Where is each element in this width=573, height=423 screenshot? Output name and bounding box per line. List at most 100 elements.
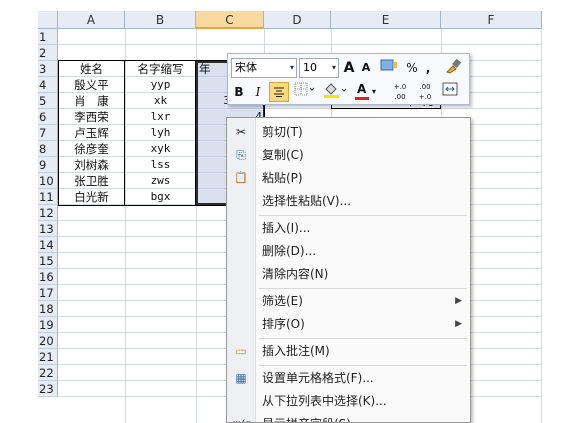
cell-a9[interactable]: 刘树森 (58, 157, 125, 173)
menu-item-label: 显示拼音字段(S) (262, 413, 351, 422)
font-color-button[interactable]: A ▾ (353, 82, 381, 102)
menu-item-format-cells[interactable]: ▦ 设置单元格格式(F)... (227, 367, 470, 389)
grow-font-button[interactable]: A (341, 58, 357, 78)
cell-b4[interactable]: yyp (125, 77, 196, 93)
column-header-e[interactable]: E (331, 11, 441, 29)
row-header-22[interactable]: 22 (38, 365, 58, 381)
cell-b5[interactable]: xk (125, 93, 196, 109)
fill-color-button[interactable] (321, 82, 351, 102)
row-header-18[interactable]: 18 (38, 301, 58, 317)
row-header-13[interactable]: 13 (38, 221, 58, 237)
outer-margin-right (542, 0, 573, 423)
row-header-2[interactable]: 2 (38, 45, 58, 61)
row-header-19[interactable]: 19 (38, 317, 58, 333)
cell-b6[interactable]: lxr (125, 109, 196, 125)
submenu-arrow-icon: ▶ (455, 296, 462, 306)
cell-b10[interactable]: zws (125, 173, 196, 189)
cell-b3[interactable]: 名字缩写 (125, 61, 196, 77)
menu-item-paste[interactable]: 📋 粘贴(P) (227, 167, 470, 189)
merge-center-button[interactable] (440, 82, 460, 102)
menu-item-delete[interactable]: 删除(D)... (227, 240, 470, 262)
bold-label: B (234, 85, 244, 99)
menu-item-label: 插入批注(M) (262, 344, 330, 358)
row-header-1[interactable]: 1 (38, 29, 58, 45)
row-header-12[interactable]: 12 (38, 205, 58, 221)
format-painter-icon[interactable] (377, 58, 403, 78)
cell-a10[interactable]: 张卫胜 (58, 173, 125, 189)
menu-item-show-phonetic[interactable]: wén 显示拼音字段(S) (227, 413, 470, 422)
row-header-5[interactable]: 5 (38, 93, 58, 109)
menu-item-insert-comment[interactable]: ▭ 插入批注(M) (227, 340, 470, 362)
row-header-11[interactable]: 11 (38, 189, 58, 205)
chevron-down-icon[interactable]: ▾ (290, 59, 294, 77)
column-header-d[interactable]: D (264, 11, 331, 29)
scissors-icon: ✂ (235, 125, 247, 139)
row-header-16[interactable]: 16 (38, 269, 58, 285)
menu-item-insert[interactable]: 插入(I)... (227, 217, 470, 239)
align-center-icon (274, 87, 284, 97)
menu-item-pick-from-list[interactable]: 从下拉列表中选择(K)... (227, 390, 470, 412)
column-header-c[interactable]: C (196, 11, 264, 29)
cell-b8[interactable]: xyk (125, 141, 196, 157)
cell-a6[interactable]: 李西荣 (58, 109, 125, 125)
select-all-corner[interactable] (38, 11, 58, 29)
cell-a4[interactable]: 殷义平 (58, 77, 125, 93)
font-name-select[interactable]: 宋体 ▾ (231, 58, 297, 78)
percent-label: % (406, 61, 418, 75)
borders-button[interactable] (292, 82, 318, 102)
column-header-f[interactable]: F (441, 11, 542, 29)
menu-item-label: 选择性粘贴(V)... (262, 194, 352, 208)
menu-item-label: 设置单元格格式(F)... (262, 371, 374, 385)
menu-item-sort[interactable]: 排序(O) ▶ (227, 313, 470, 335)
font-size-select[interactable]: 10 ▾ (299, 58, 339, 78)
grow-font-label: A (343, 60, 355, 76)
percent-button[interactable]: % (404, 58, 420, 78)
row-header-7[interactable]: 7 (38, 125, 58, 141)
column-header-b[interactable]: B (125, 11, 196, 29)
cell-a5[interactable]: 肖 康 (58, 93, 125, 109)
cell-a8[interactable]: 徐彦奎 (58, 141, 125, 157)
menu-separator (259, 288, 467, 289)
cell-a3[interactable]: 姓名 (58, 61, 125, 77)
comma-button[interactable]: , (421, 58, 435, 78)
menu-item-clear-contents[interactable]: 清除内容(N) (227, 263, 470, 285)
menu-item-label: 清除内容(N) (262, 267, 329, 281)
menu-separator (259, 338, 467, 339)
column-header-a[interactable]: A (58, 11, 125, 29)
italic-label: I (255, 85, 261, 99)
shrink-font-button[interactable]: A (358, 58, 374, 78)
comment-icon: ▭ (235, 344, 247, 358)
row-header-3[interactable]: 3 (38, 61, 58, 77)
cell-b9[interactable]: lss (125, 157, 196, 173)
cell-a7[interactable]: 卢玉辉 (58, 125, 125, 141)
row-header-9[interactable]: 9 (38, 157, 58, 173)
font-color-label: A (357, 82, 367, 96)
row-header-4[interactable]: 4 (38, 77, 58, 93)
clipboard-icon: 📋 (234, 171, 248, 184)
row-header-14[interactable]: 14 (38, 237, 58, 253)
row-header-21[interactable]: 21 (38, 349, 58, 365)
menu-item-filter[interactable]: 筛选(E) ▶ (227, 290, 470, 312)
menu-item-cut[interactable]: ✂ 剪切(T) (227, 121, 470, 143)
menu-item-copy[interactable]: ⎘ 复制(C) (227, 144, 470, 166)
context-menu: ✂ 剪切(T) ⎘ 复制(C) 📋 粘贴(P) 选择性粘贴(V)... 插入(I… (226, 117, 471, 423)
chevron-down-icon[interactable]: ▾ (332, 59, 336, 77)
bold-button[interactable]: B (231, 82, 247, 102)
row-header-10[interactable]: 10 (38, 173, 58, 189)
decrease-decimal-button[interactable]: .00 +.0 (413, 82, 437, 102)
brush-icon[interactable] (442, 58, 466, 78)
format-cells-icon: ▦ (235, 371, 247, 385)
cell-b11[interactable]: bgx (125, 189, 196, 205)
row-header-23[interactable]: 23 (38, 381, 58, 397)
row-header-15[interactable]: 15 (38, 253, 58, 269)
row-header-6[interactable]: 6 (38, 109, 58, 125)
increase-decimal-button[interactable]: +.0 .00 (388, 82, 412, 102)
row-header-20[interactable]: 20 (38, 333, 58, 349)
italic-button[interactable]: I (250, 82, 266, 102)
row-header-17[interactable]: 17 (38, 285, 58, 301)
cell-a11[interactable]: 白光新 (58, 189, 125, 205)
row-header-8[interactable]: 8 (38, 141, 58, 157)
cell-b7[interactable]: lyh (125, 125, 196, 141)
menu-item-paste-special[interactable]: 选择性粘贴(V)... (227, 190, 470, 212)
align-center-button[interactable] (269, 82, 289, 102)
